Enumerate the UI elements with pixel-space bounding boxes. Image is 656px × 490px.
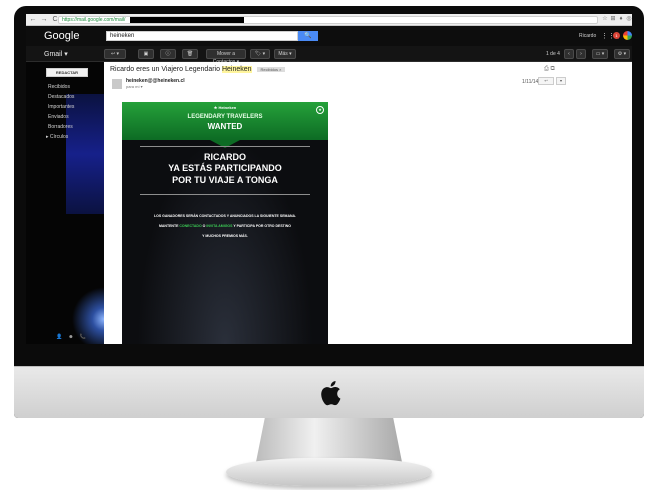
pagination-count: 1 de 4 — [546, 51, 560, 57]
imac-stand — [256, 418, 402, 462]
recipient-toggle[interactable]: para mí ▾ — [126, 84, 143, 89]
divider — [140, 146, 310, 147]
campaign-tagline: LEGENDARY TRAVELERS — [187, 114, 263, 120]
compose-button[interactable]: REDACTAR — [46, 68, 88, 77]
imac-stand-base — [226, 458, 432, 486]
labels-button[interactable]: 🏷 ▾ — [250, 49, 270, 59]
settings-button[interactable]: ⚙ ▾ — [614, 49, 630, 59]
reply-button[interactable]: ↩ — [538, 77, 554, 85]
view-toggle-button[interactable]: ▭ ▾ — [592, 49, 608, 59]
google-logo[interactable]: Google — [44, 30, 79, 42]
bookmark-star-icon[interactable]: ☆ — [602, 16, 608, 23]
connect-link[interactable]: CONECTADO — [179, 224, 201, 228]
sidebar-item-circles[interactable]: ▸ Círculos — [46, 134, 68, 140]
extension-icon[interactable]: ⊞ — [610, 16, 616, 23]
campaign-header: ★ Heineken ★ LEGENDARY TRAVELERS WANTED — [122, 102, 328, 140]
winners-note: LOS GANADORES SERÁN CONTACTADOS Y ANUNCI… — [153, 214, 297, 218]
sidebar-footer: 👤 ☻ 📞 — [56, 334, 86, 340]
search-icon: 🔍 — [304, 33, 312, 39]
subject-text: Ricardo eres un Viajero Legendario — [110, 66, 222, 73]
browser-toolbar: ← → C https://mail.google.com/mail/ ☆ ⊞ … — [26, 14, 632, 26]
sidebar-item-sent[interactable]: Enviados — [48, 114, 69, 120]
hangouts-icon[interactable]: ☻ — [68, 334, 73, 340]
back-to-inbox-button[interactable]: ↩ ▾ — [104, 49, 126, 59]
sidebar-item-drafts[interactable]: Borradores — [48, 124, 73, 130]
extension-icon[interactable]: ♦ — [618, 16, 624, 23]
message-view: Ricardo eres un Viajero Legendario Heine… — [104, 62, 632, 344]
url-redaction — [130, 17, 244, 23]
move-to-button[interactable]: Mover a Contactos ▾ — [206, 49, 246, 65]
connect-note-a: MANTENTE — [158, 224, 180, 228]
recipient-name: RICARDO — [204, 152, 246, 162]
back-icon[interactable]: ← — [29, 16, 37, 24]
connect-note-e: Y PARTICIPA POR OTRO DESTINO — [232, 224, 292, 228]
phone-icon[interactable]: 📞 — [80, 334, 86, 340]
print-icon[interactable]: ⎙ ⧉ — [544, 66, 555, 73]
archive-button[interactable]: ▣ — [138, 49, 154, 59]
message-date: 1/11/14 — [522, 79, 539, 85]
prizes-note: Y MUCHOS PREMIOS MÁS. — [202, 234, 248, 238]
trip-text: POR TU VIAJE A TONGA — [172, 175, 278, 185]
email-body-image: ★ Heineken ★ LEGENDARY TRAVELERS WANTED … — [122, 102, 328, 344]
sidebar-item-starred[interactable]: Destacados — [48, 94, 74, 100]
invite-friends-link[interactable]: INVITA AMIGOS — [206, 224, 232, 228]
theme-background — [66, 94, 104, 214]
user-name[interactable]: Ricardo — [579, 33, 596, 39]
connect-note: MANTENTE CONECTADO O INVITA AMIGOS Y PAR… — [122, 224, 328, 228]
sidebar: REDACTAR Recibidos Destacados Importante… — [26, 62, 104, 344]
mail-toolbar: Gmail ▾ ↩ ▾ ▣ ⓘ 🗑 Mover a Contactos ▾ 🏷 … — [26, 46, 632, 65]
extension-icons: ☆ ⊞ ♦ ◎ ✎ ≡ — [602, 16, 632, 23]
search-button[interactable]: 🔍 — [298, 31, 318, 41]
screen: ← → C https://mail.google.com/mail/ ☆ ⊞ … — [26, 14, 632, 344]
subject-highlight: Heineken — [221, 66, 252, 73]
prev-page-button[interactable]: ‹ — [564, 49, 574, 59]
avatar[interactable] — [623, 31, 632, 40]
gmail-menu[interactable]: Gmail ▾ — [44, 50, 68, 58]
forward-icon[interactable]: → — [40, 16, 48, 24]
inbox-label[interactable]: Recibidos × — [257, 66, 285, 72]
campaign-tagline-wanted: WANTED — [207, 122, 243, 131]
apple-logo-icon — [321, 381, 341, 406]
star-badge-icon: ★ — [316, 106, 324, 114]
gmail-header: Google heineken 🔍 Ricardo ⋮⋮⋮ 1 — [26, 26, 632, 46]
delete-button[interactable]: 🗑 — [182, 49, 198, 59]
message-subject: Ricardo eres un Viajero Legendario Heine… — [110, 66, 285, 73]
sender-avatar — [112, 79, 122, 89]
sidebar-item-important[interactable]: Importantes — [48, 104, 74, 110]
contacts-icon[interactable]: 👤 — [56, 334, 62, 340]
participation-text: YA ESTÁS PARTICIPANDO — [168, 163, 282, 173]
report-spam-button[interactable]: ⓘ — [160, 49, 176, 59]
sidebar-item-inbox[interactable]: Recibidos — [48, 84, 70, 90]
search-input[interactable]: heineken — [106, 31, 298, 41]
heineken-logo: ★ Heineken — [213, 105, 237, 110]
more-button[interactable]: Más ▾ — [274, 49, 296, 59]
imac-display: ← → C https://mail.google.com/mail/ ☆ ⊞ … — [14, 6, 644, 418]
next-page-button[interactable]: › — [576, 49, 586, 59]
extension-icon[interactable]: ◎ — [626, 16, 632, 23]
divider — [140, 194, 310, 195]
notifications-icon[interactable]: 1 — [613, 32, 620, 39]
message-more-button[interactable]: ▾ — [556, 77, 566, 85]
